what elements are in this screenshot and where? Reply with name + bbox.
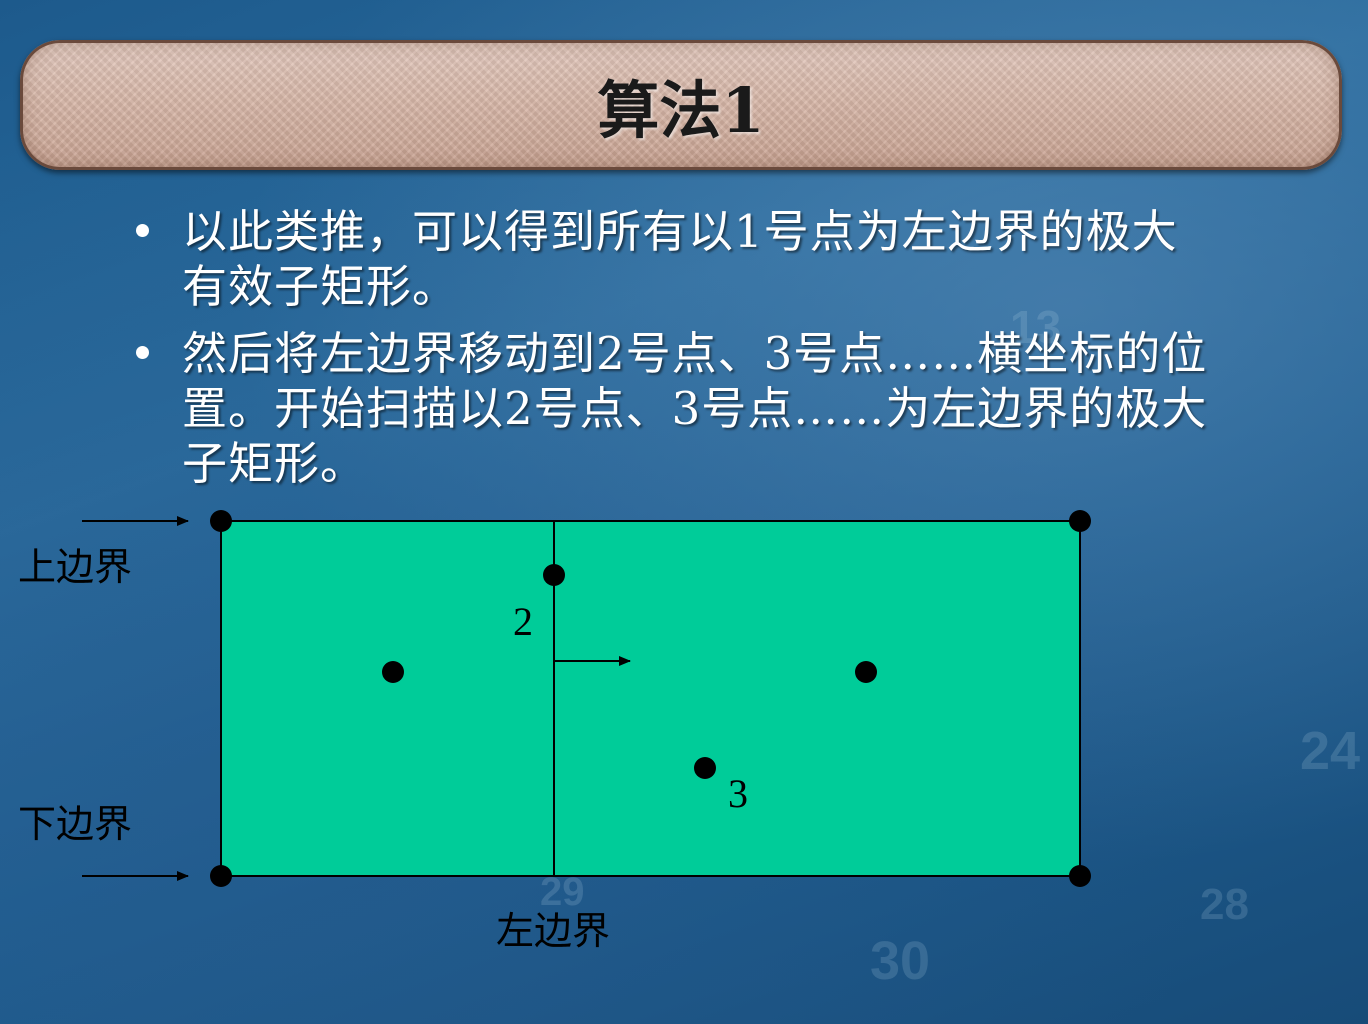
point-1 <box>382 661 404 683</box>
corner-point-top-left <box>210 510 232 532</box>
point-2-label: 2 <box>513 599 533 644</box>
rectangle-diagram <box>82 510 1091 887</box>
corner-point-top-right <box>1069 510 1091 532</box>
left-boundary-label: 左边界 <box>496 909 611 953</box>
corner-point-bottom-right <box>1069 865 1091 887</box>
point-2 <box>543 564 565 586</box>
point-3 <box>694 757 716 779</box>
grid-rectangle <box>220 520 1081 877</box>
bottom-boundary-label: 下边界 <box>18 802 133 846</box>
top-boundary-label: 上边界 <box>18 545 133 589</box>
point-3-label: 3 <box>728 771 748 816</box>
point-right <box>855 661 877 683</box>
corner-point-bottom-left <box>210 865 232 887</box>
